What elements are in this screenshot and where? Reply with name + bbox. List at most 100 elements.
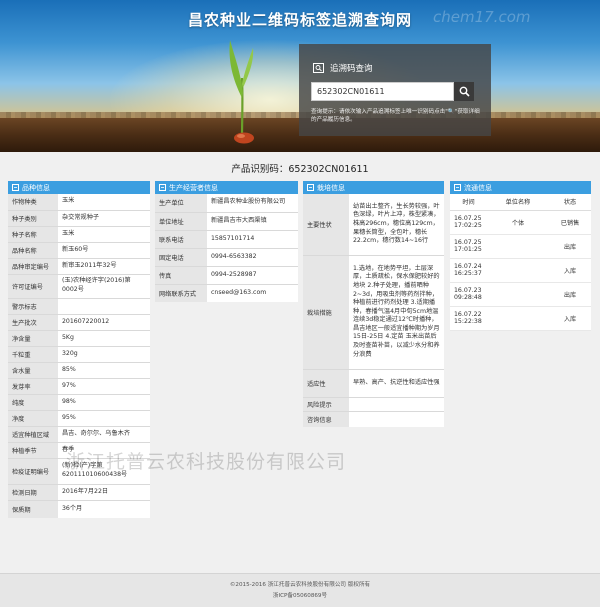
circulation-unit: 个体 xyxy=(487,210,549,235)
row-key: 品种名称 xyxy=(8,241,58,258)
row-key: 种子名称 xyxy=(8,225,58,242)
row-key: 咨询信息 xyxy=(303,410,349,427)
circulation-unit xyxy=(487,306,549,331)
info-row: 许可证编号 (玉)农种经许字(2016)第0002号 xyxy=(8,273,150,298)
row-value xyxy=(349,396,444,411)
query-panel: 追溯码查询 查询提示：请依次输入产品追溯标签上唯一识别码点击"🔍"获取详细的产品… xyxy=(299,44,491,136)
row-value: 新疆昌吉市大西渠镇 xyxy=(207,211,298,230)
row-key: 栽培措施 xyxy=(303,254,349,369)
circulation-status: 已销售 xyxy=(549,210,591,235)
circulation-status: 出库 xyxy=(549,282,591,307)
scan-search-icon xyxy=(313,63,324,73)
row-value: 0994-6563382 xyxy=(207,247,298,266)
info-row: 生产单位 新疆昌农种业股份有限公司 xyxy=(155,194,298,212)
footer-copyright: ©2015-2016 浙江托普云农科技股份有限公司 版权所有 xyxy=(229,582,371,588)
info-row: 适宜种植区域 昌吉、奇尔尔、乌鲁木齐 xyxy=(8,425,150,442)
info-icon xyxy=(12,184,19,191)
row-key: 单位地址 xyxy=(155,211,207,230)
cultivation-title: 栽培信息 xyxy=(317,183,345,192)
circulation-time: 16.07.25 17:02:25 xyxy=(450,210,487,235)
company-watermark: 浙江托普云农科技股份有限公司 xyxy=(66,451,347,473)
circulation-panel: 流通信息 时间 单位名称 状态 16.07.25 17:02:25 个体 已销售 16… xyxy=(450,181,591,331)
footer-icp: 浙ICP备05060869号 xyxy=(272,593,328,599)
row-value: 2016年7月22日 xyxy=(58,483,150,500)
circulation-row: 16.07.25 17:01:25 出库 xyxy=(450,234,591,259)
operator-title: 生产经营者信息 xyxy=(169,183,218,192)
info-row: 作物种类 玉米 xyxy=(8,194,150,210)
row-value: 早熟、高产、抗逆性和适应性强 xyxy=(349,368,444,397)
footer: ©2015-2016 浙江托普云农科技股份有限公司 版权所有 浙ICP备0506… xyxy=(0,573,600,607)
variety-title: 品种信息 xyxy=(22,183,50,192)
row-value: 杂交常规种子 xyxy=(58,209,150,226)
row-value: 玉米 xyxy=(58,194,150,210)
circulation-unit xyxy=(487,282,549,307)
info-row: 风险提示 xyxy=(303,396,444,411)
row-value: 201607220012 xyxy=(58,313,150,330)
row-value: 5Kg xyxy=(58,329,150,346)
info-row: 千粒重 320g xyxy=(8,345,150,362)
query-header: 追溯码查询 xyxy=(313,62,373,74)
sprout-illustration xyxy=(229,40,254,144)
col-header-time: 时间 xyxy=(450,194,487,211)
variety-header: 品种信息 xyxy=(8,181,150,194)
operator-header: 生产经营者信息 xyxy=(155,181,298,194)
row-key: 联系电话 xyxy=(155,229,207,248)
header-banner: 昌农种业二维码标签追溯查询网 chem17.com 追溯码查询 查询提示：请依次… xyxy=(0,0,600,152)
row-key: 许可证编号 xyxy=(8,273,58,298)
row-key: 风险提示 xyxy=(303,396,349,411)
info-row: 品种名称 新玉60号 xyxy=(8,241,150,258)
row-value: cnseed@163.com xyxy=(207,283,298,302)
info-row: 纯度 98% xyxy=(8,393,150,410)
row-value: 97% xyxy=(58,377,150,394)
operator-panel: 生产经营者信息 生产单位 新疆昌农种业股份有限公司 单位地址 新疆昌吉市大西渠镇 联系电… xyxy=(155,181,298,302)
info-row: 品种审定编号 新审玉2011年32号 xyxy=(8,257,150,274)
info-row: 保质期 36个月 xyxy=(8,499,150,518)
info-row: 传真 0994-2528987 xyxy=(155,265,298,284)
row-value xyxy=(58,297,150,314)
info-row: 种子类别 杂交常规种子 xyxy=(8,209,150,226)
row-value xyxy=(349,410,444,427)
row-value: 95% xyxy=(58,409,150,426)
site-watermark: chem17.com xyxy=(433,8,531,26)
row-key: 保质期 xyxy=(8,499,58,518)
circulation-table: 时间 单位名称 状态 16.07.25 17:02:25 个体 已销售 16.07.2… xyxy=(450,194,591,331)
row-value: 新玉60号 xyxy=(58,241,150,258)
row-key: 发芽率 xyxy=(8,377,58,394)
query-label: 追溯码查询 xyxy=(330,64,373,74)
row-key: 生产批次 xyxy=(8,313,58,330)
circulation-status: 入库 xyxy=(549,306,591,331)
circulation-header-row: 时间 单位名称 状态 xyxy=(450,194,591,211)
info-row: 联系电话 15857101714 xyxy=(155,229,298,248)
row-value: 新审玉2011年32号 xyxy=(58,257,150,274)
cultivation-panel: 栽培信息 主要性状 幼苗出土整齐，生长势较强，叶色深绿，叶片上冲，株型紧凑，株高2… xyxy=(303,181,444,427)
info-row: 咨询信息 xyxy=(303,410,444,427)
info-icon xyxy=(454,184,461,191)
row-key: 传真 xyxy=(155,265,207,284)
cultivation-header: 栽培信息 xyxy=(303,181,444,194)
row-value: 85% xyxy=(58,361,150,378)
col-header-unit: 单位名称 xyxy=(487,194,549,211)
row-key: 警示标志 xyxy=(8,297,58,314)
row-key: 固定电话 xyxy=(155,247,207,266)
row-key: 种子类别 xyxy=(8,209,58,226)
circulation-time: 16.07.25 17:01:25 xyxy=(450,234,487,259)
info-row: 网络联系方式 cnseed@163.com xyxy=(155,283,298,302)
circulation-status: 出库 xyxy=(549,234,591,259)
circulation-time: 16.07.23 09:28:48 xyxy=(450,282,487,307)
cultivation-table: 主要性状 幼苗出土整齐，生长势较强，叶色深绿，叶片上冲，株型紧凑，株高296cm，… xyxy=(303,194,444,427)
row-value: 幼苗出土整齐，生长势较强，叶色深绿，叶片上冲，株型紧凑，株高296cm，穗位高1… xyxy=(349,194,444,255)
product-code: 产品识别码：652302CN01611 xyxy=(231,164,369,175)
trace-code-input[interactable] xyxy=(311,82,454,101)
search-icon xyxy=(459,86,470,97)
info-row: 适应性 早熟、高产、抗逆性和适应性强 xyxy=(303,368,444,397)
circulation-row: 16.07.25 17:02:25 个体 已销售 xyxy=(450,210,591,235)
row-key: 作物种类 xyxy=(8,194,58,210)
info-icon xyxy=(307,184,314,191)
row-key: 含水量 xyxy=(8,361,58,378)
info-row: 净含量 5Kg xyxy=(8,329,150,346)
row-value: 36个月 xyxy=(58,499,150,518)
row-value: (玉)农种经许字(2016)第0002号 xyxy=(58,273,150,298)
circulation-row: 16.07.22 15:22:38 入库 xyxy=(450,306,591,331)
search-button[interactable] xyxy=(454,82,474,101)
row-key: 检测日期 xyxy=(8,483,58,500)
